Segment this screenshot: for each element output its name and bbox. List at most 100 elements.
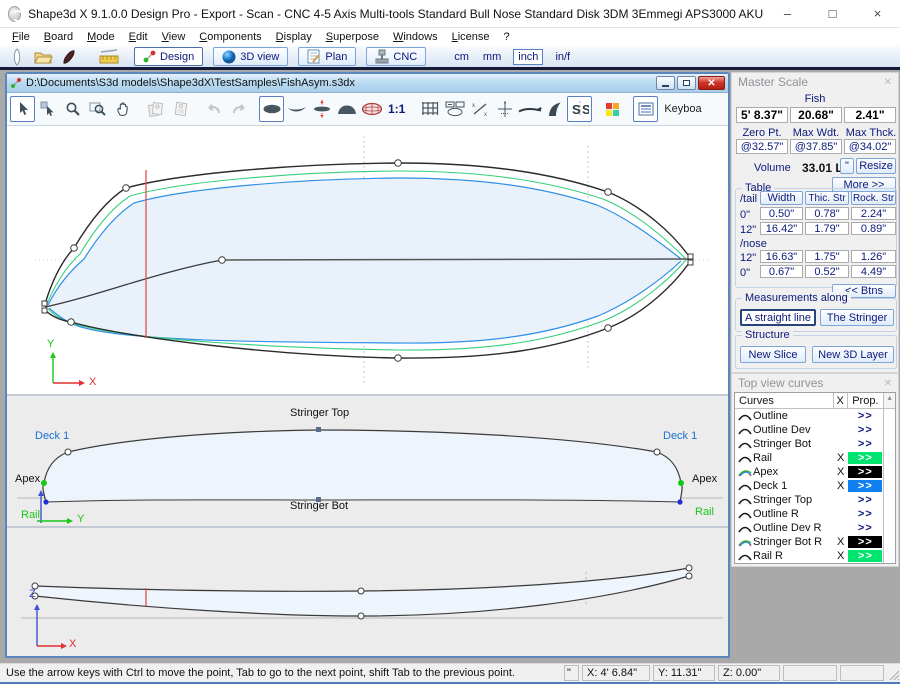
unit-inf[interactable]: in/f xyxy=(553,50,572,64)
curve-row[interactable]: Outline Dev R >> xyxy=(735,521,895,535)
board-width[interactable]: 20.68" xyxy=(790,107,842,123)
curves-header[interactable]: Curves xyxy=(735,393,834,408)
curve-row[interactable]: Outline >> xyxy=(735,409,895,423)
menu-edit[interactable]: Edit xyxy=(122,31,155,43)
outline-view-icon[interactable] xyxy=(259,96,284,122)
curve-row[interactable]: Outline Dev >> xyxy=(735,423,895,437)
dimensions-icon[interactable] xyxy=(98,47,120,66)
undo-icon[interactable] xyxy=(201,96,226,122)
paste-tool-icon[interactable] xyxy=(168,96,193,122)
curve-row[interactable]: Apex X >> xyxy=(735,465,895,479)
prop-button[interactable]: >> xyxy=(848,522,882,534)
resize-grip[interactable] xyxy=(886,665,900,681)
doc-restore-button[interactable] xyxy=(677,76,696,90)
curves-panel-close-icon[interactable]: ✕ xyxy=(884,378,892,389)
slice-view[interactable]: Stringer Top Deck 1 Deck 1 Apex Apex Str… xyxy=(7,394,728,526)
menu-view[interactable]: View xyxy=(155,31,193,43)
maximize-button[interactable]: □ xyxy=(810,0,855,27)
curve-row[interactable]: Deck 1 X >> xyxy=(735,479,895,493)
doc-close-button[interactable]: ✕ xyxy=(698,76,725,90)
tail-row1-width[interactable]: 0.50" xyxy=(760,207,803,220)
max-wdt-value[interactable]: @37.85" xyxy=(790,139,842,154)
prop-button[interactable]: >> xyxy=(848,536,882,548)
curve-row[interactable]: Stringer Bot >> xyxy=(735,437,895,451)
close-button[interactable]: × xyxy=(855,0,900,27)
profile-curve-icon[interactable] xyxy=(517,96,542,122)
max-thck-value[interactable]: @34.02" xyxy=(844,139,896,154)
board-length[interactable]: 5' 8.37" xyxy=(736,107,788,123)
grid-icon[interactable] xyxy=(417,96,442,122)
unit-cm[interactable]: cm xyxy=(452,50,471,64)
col-width-button[interactable]: Width xyxy=(760,191,803,205)
new-board-icon[interactable] xyxy=(6,47,28,66)
prop-header[interactable]: Prop. xyxy=(848,395,884,407)
plan-mode-button[interactable]: Plan xyxy=(298,47,356,66)
zoom-tool-icon[interactable] xyxy=(60,96,85,122)
zoom-1to1-button[interactable]: 1:1 xyxy=(384,96,409,122)
nose-row1-thic[interactable]: 1.75" xyxy=(805,250,849,263)
thickness-view-icon[interactable] xyxy=(309,96,334,122)
nose-row1-rock[interactable]: 1.26" xyxy=(851,250,896,263)
nose-row2-rock[interactable]: 4.49" xyxy=(851,265,896,278)
color-layers-icon[interactable] xyxy=(600,96,625,122)
scroll-up-icon[interactable]: ▴ xyxy=(883,393,895,408)
resize-button[interactable]: Resize xyxy=(856,158,896,174)
stringer-button[interactable]: The Stringer xyxy=(820,309,894,326)
zoom-rect-tool-icon[interactable] xyxy=(85,96,110,122)
menu-board[interactable]: Board xyxy=(37,31,80,43)
unit-mm[interactable]: mm xyxy=(481,50,503,64)
slices-panel-icon[interactable] xyxy=(442,96,467,122)
prop-button[interactable]: >> xyxy=(848,452,882,464)
prop-button[interactable]: >> xyxy=(848,494,882,506)
master-scale-close-icon[interactable]: ✕ xyxy=(884,77,892,88)
new-3d-layer-button[interactable]: New 3D Layer xyxy=(812,346,894,363)
keyboard-label[interactable]: Keyboa xyxy=(664,103,704,115)
menu-help[interactable]: ? xyxy=(497,31,517,43)
col-thic-button[interactable]: Thic. Str xyxy=(805,191,849,205)
nose-row1-width[interactable]: 16.63" xyxy=(760,250,803,263)
prop-button[interactable]: >> xyxy=(848,550,882,562)
curve-row[interactable]: Rail X >> xyxy=(735,451,895,465)
new-slice-button[interactable]: New Slice xyxy=(740,346,806,363)
cnc-mode-button[interactable]: CNC xyxy=(366,47,426,66)
unit-inch[interactable]: inch xyxy=(513,49,543,65)
select-tool-icon[interactable] xyxy=(10,96,35,122)
curve-row[interactable]: Stringer Bot R X >> xyxy=(735,535,895,549)
top-view[interactable]: Y X xyxy=(7,126,728,394)
rocker-view-icon[interactable] xyxy=(284,96,309,122)
measure-icon[interactable]: xx xyxy=(467,96,492,122)
panel-list-icon[interactable] xyxy=(633,96,658,122)
prop-button[interactable]: >> xyxy=(848,508,882,520)
curves-panel-titlebar[interactable]: Top view curves ✕ xyxy=(732,374,898,392)
board-thickness[interactable]: 2.41" xyxy=(844,107,896,123)
save-board-icon[interactable] xyxy=(58,47,80,66)
nose-row2-width[interactable]: 0.67" xyxy=(760,265,803,278)
menu-mode[interactable]: Mode xyxy=(80,31,122,43)
prop-button[interactable]: >> xyxy=(848,410,882,422)
3dview-mode-button[interactable]: 3D view xyxy=(213,47,288,66)
tail-row1-rock[interactable]: 2.24" xyxy=(851,207,896,220)
master-scale-titlebar[interactable]: Master Scale ✕ xyxy=(732,73,898,91)
pan-tool-icon[interactable] xyxy=(110,96,135,122)
x-header[interactable]: X xyxy=(834,393,848,408)
stringer-icon[interactable]: SS xyxy=(567,96,592,122)
select-points-tool-icon[interactable] xyxy=(35,96,60,122)
open-file-icon[interactable] xyxy=(32,47,54,66)
fin-icon[interactable] xyxy=(542,96,567,122)
menu-superpose[interactable]: Superpose xyxy=(319,31,386,43)
copy-tool-icon[interactable] xyxy=(143,96,168,122)
prop-button[interactable]: >> xyxy=(848,466,882,478)
curve-row[interactable]: Stringer Top >> xyxy=(735,493,895,507)
prop-button[interactable]: >> xyxy=(848,438,882,450)
menu-file[interactable]: File xyxy=(5,31,37,43)
wireframe-view-icon[interactable] xyxy=(359,96,384,122)
unit-toggle-button[interactable]: " xyxy=(840,158,854,174)
prop-button[interactable]: >> xyxy=(848,424,882,436)
profile-view[interactable]: Z X xyxy=(7,526,728,656)
curve-row[interactable]: Outline R >> xyxy=(735,507,895,521)
prop-button[interactable]: >> xyxy=(848,480,882,492)
zero-pt-value[interactable]: @32.57" xyxy=(736,139,788,154)
tail-row2-rock[interactable]: 0.89" xyxy=(851,222,896,235)
menu-windows[interactable]: Windows xyxy=(386,31,445,43)
redo-icon[interactable] xyxy=(226,96,251,122)
